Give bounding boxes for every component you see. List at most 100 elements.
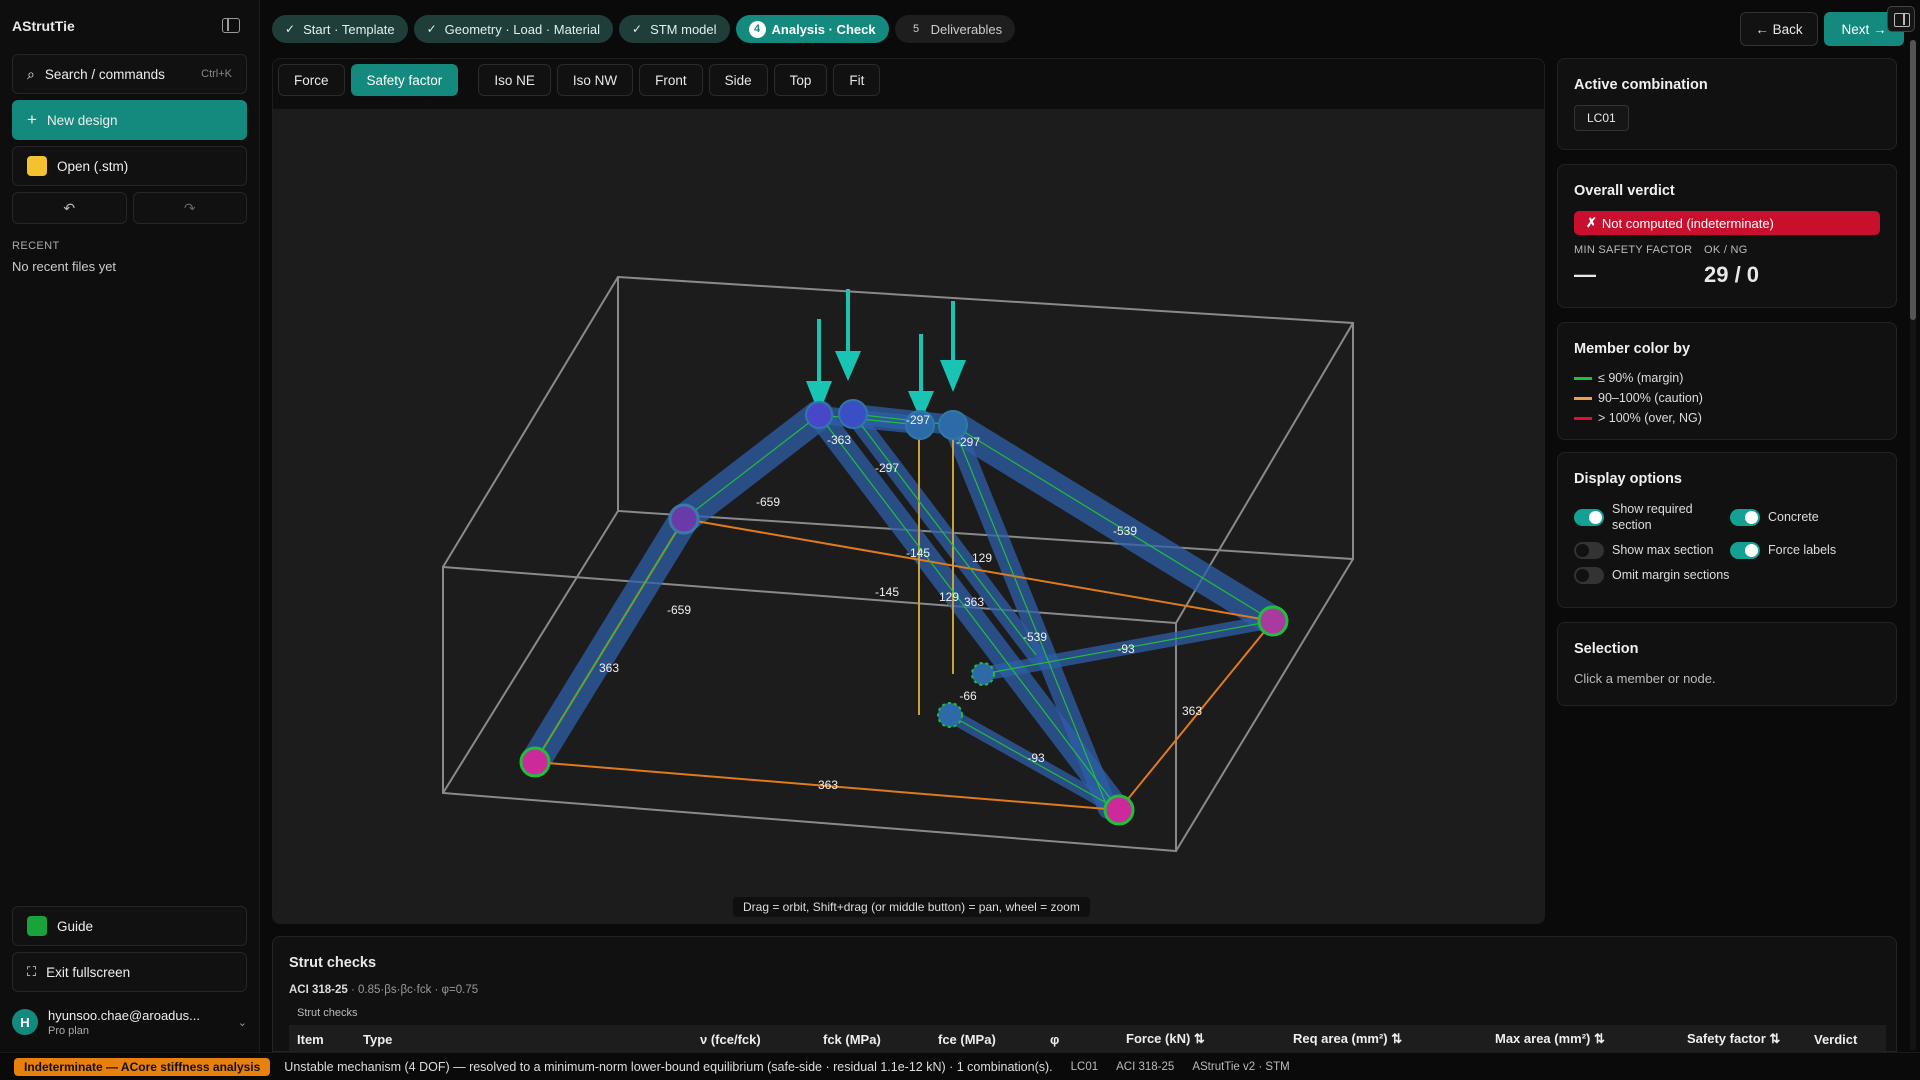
toggle-switch[interactable] — [1730, 508, 1760, 526]
new-design-button[interactable]: + New design — [12, 100, 247, 140]
sidebar-collapse-icon[interactable] — [222, 18, 240, 33]
navigation-hint: Drag = orbit, Shift+drag (or middle butt… — [733, 897, 1090, 917]
node[interactable] — [1103, 794, 1135, 826]
search-button[interactable]: ⌕ Search / commands Ctrl+K — [12, 54, 247, 94]
exit-fullscreen-label: Exit fullscreen — [46, 964, 131, 980]
display-toggles: Show required section Concrete Show max … — [1574, 501, 1880, 584]
open-label: Open (.stm) — [57, 158, 129, 174]
legend-over: > 100% (over, NG) — [1574, 411, 1880, 425]
fit-view-button[interactable]: Fit — [833, 64, 881, 96]
step-label: STM model — [650, 21, 717, 37]
exit-fullscreen-button[interactable]: ⛶ Exit fullscreen — [12, 952, 247, 992]
search-shortcut: Ctrl+K — [201, 68, 232, 80]
new-design-label: New design — [46, 112, 118, 128]
combination-select[interactable]: LC01 — [1574, 105, 1629, 131]
folder-icon — [27, 156, 47, 176]
col-force[interactable]: Force (kN) ⇅ — [1126, 1031, 1205, 1047]
status-message: Unstable mechanism (4 DOF) — resolved to… — [284, 1059, 1053, 1074]
force-label: -659 — [756, 495, 780, 509]
toggle-switch[interactable] — [1730, 541, 1760, 559]
col-nu[interactable]: ν (fce/fck) — [700, 1032, 761, 1047]
selection-card: Selection Click a member or node. — [1557, 622, 1897, 706]
step-label: Deliverables — [930, 21, 1003, 37]
force-label: 129 — [939, 590, 959, 604]
member-color-card: Member color by ≤ 90% (margin) 90–100% (… — [1557, 322, 1897, 440]
panel-toggle-icon[interactable] — [1887, 6, 1915, 32]
col-type[interactable]: Type — [363, 1032, 392, 1047]
toggle-switch[interactable] — [1574, 541, 1604, 559]
search-label: Search / commands — [44, 66, 165, 82]
force-label: -297 — [956, 435, 980, 449]
overall-verdict-title: Overall verdict — [1574, 183, 1675, 199]
user-menu[interactable]: H hyunsoo.chae@aroadus... Pro plan ⌄ — [12, 1002, 247, 1042]
col-fck[interactable]: fck (MPa) — [823, 1032, 881, 1047]
toggle-switch[interactable] — [1574, 508, 1604, 526]
page-scrollbar-thumb[interactable] — [1910, 40, 1916, 320]
ok-ng-label: OK / NG — [1704, 244, 1748, 256]
iso-ne-button[interactable]: Iso NE — [478, 64, 551, 96]
top-view-button[interactable]: Top — [773, 64, 828, 96]
back-button[interactable]: ← Back — [1740, 12, 1818, 46]
col-fce[interactable]: fce (MPa) — [938, 1032, 996, 1047]
legend-label: ≤ 90% (margin) — [1598, 371, 1684, 385]
step-geometry-load-material[interactable]: ✓ Geometry · Load · Material — [413, 15, 613, 43]
col-phi[interactable]: φ — [1050, 1032, 1059, 1047]
toggle-show-max-section[interactable]: Show max section — [1574, 541, 1730, 559]
col-max-area[interactable]: Max area (mm²) ⇅ — [1495, 1031, 1605, 1047]
force-label: -363 — [827, 433, 851, 447]
node[interactable] — [1257, 605, 1289, 637]
toggle-show-required-section[interactable]: Show required section — [1574, 501, 1730, 534]
check-icon: ✓ — [632, 22, 643, 36]
step-stm-model[interactable]: ✓ STM model — [619, 15, 730, 43]
col-req-area[interactable]: Req area (mm²) ⇅ — [1293, 1031, 1402, 1047]
step-start-template[interactable]: ✓ Start · Template — [272, 15, 408, 43]
force-label: -539 — [1023, 630, 1047, 644]
node[interactable] — [971, 662, 995, 686]
undo-icon[interactable]: ↶ — [12, 192, 127, 224]
node[interactable] — [519, 746, 551, 778]
verdict-stat-values: — 29 / 0 — [1574, 262, 1880, 288]
force-view-button[interactable]: Force — [278, 64, 345, 96]
guide-button[interactable]: Guide — [12, 906, 247, 946]
legend-margin: ≤ 90% (margin) — [1574, 371, 1880, 385]
node[interactable] — [937, 702, 963, 728]
col-item[interactable]: Item — [297, 1032, 324, 1047]
front-view-button[interactable]: Front — [639, 64, 703, 96]
toggle-force-labels[interactable]: Force labels — [1730, 541, 1880, 559]
step-analysis-check[interactable]: 4 Analysis · Check — [735, 15, 889, 43]
strut-checks-panel: Strut checks ACI 318-25 · 0.85·βs·βc·fck… — [272, 936, 1897, 1052]
ok-ng-value: 29 / 0 — [1704, 262, 1760, 287]
toggle-switch[interactable] — [1574, 566, 1604, 584]
step-deliverables[interactable]: 5 Deliverables — [894, 15, 1016, 43]
redo-icon[interactable]: ↷ — [132, 192, 247, 224]
user-email: hyunsoo.chae@aroadus... — [48, 1007, 200, 1023]
toggle-omit-margin-sections[interactable]: Omit margin sections — [1574, 566, 1730, 584]
node[interactable] — [805, 401, 833, 429]
status-code: ACI 318-25 — [1116, 1060, 1175, 1073]
safety-factor-view-button[interactable]: Safety factor — [350, 64, 459, 96]
open-stm-button[interactable]: Open (.stm) — [12, 146, 247, 186]
app-title: AStrutTie — [12, 18, 75, 34]
iso-nw-button[interactable]: Iso NW — [556, 64, 634, 96]
toggle-concrete[interactable]: Concrete — [1730, 501, 1880, 534]
toggle-label: Omit margin sections — [1612, 567, 1730, 582]
node[interactable] — [838, 399, 868, 429]
node[interactable] — [668, 503, 700, 535]
check-icon: ✓ — [285, 22, 296, 36]
force-label: -145 — [875, 585, 899, 599]
check-icon: ✓ — [426, 22, 437, 36]
display-options-card: Display options Show required section Co… — [1557, 452, 1897, 608]
load-arrowhead — [940, 360, 966, 392]
strut-checks-title: Strut checks — [289, 955, 377, 971]
col-safety-factor[interactable]: Safety factor ⇅ — [1687, 1031, 1780, 1047]
force-label: -297 — [906, 413, 930, 427]
side-view-button[interactable]: Side — [708, 64, 768, 96]
3d-canvas[interactable]: -297 -297 -363 -297 -659 -539 -145 129 -… — [273, 109, 1545, 924]
strut-checks-code: ACI 318-25 · 0.85·βs·βc·fck · φ=0.75 — [289, 984, 478, 996]
col-verdict[interactable]: Verdict — [1814, 1032, 1857, 1047]
view-toolbar: Force Safety factor Iso NE Iso NW Front … — [278, 64, 881, 96]
toggle-label: Show max section — [1612, 542, 1714, 557]
step-label: Geometry · Load · Material — [444, 21, 600, 37]
load-arrows — [806, 289, 966, 421]
force-label: -66 — [959, 689, 977, 703]
